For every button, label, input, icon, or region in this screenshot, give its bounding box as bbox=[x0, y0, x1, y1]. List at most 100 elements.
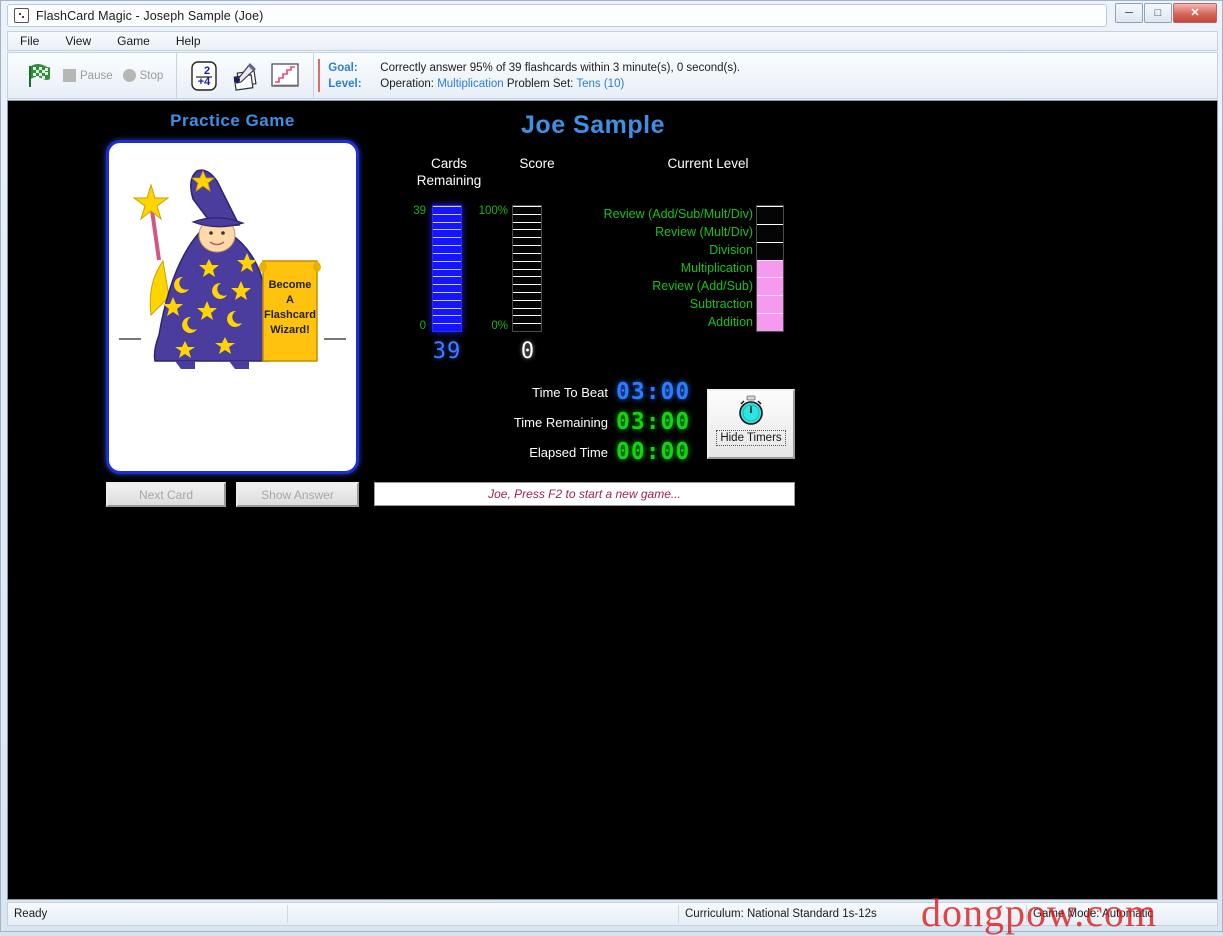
next-card-button[interactable]: Next Card bbox=[106, 482, 226, 507]
stop-circle-icon bbox=[122, 69, 136, 82]
meter-segment bbox=[513, 315, 541, 323]
current-level-heading: Current Level bbox=[667, 156, 749, 171]
title-bar-inner: FlashCard Magic - Joseph Sample (Joe) bbox=[7, 4, 1107, 27]
hide-timers-button[interactable]: Hide Timers bbox=[707, 389, 795, 459]
meter-segment bbox=[433, 229, 461, 237]
svg-text:Become: Become bbox=[269, 279, 312, 291]
cards-remaining-heading-line1: Cards bbox=[430, 156, 467, 171]
time-to-beat-value: 03:00 bbox=[616, 379, 691, 405]
meter-segment bbox=[757, 313, 783, 331]
stop-label: Stop bbox=[139, 69, 164, 82]
hide-timers-label: Hide Timers bbox=[716, 430, 786, 446]
score-meter bbox=[512, 205, 542, 332]
edit-cards-button[interactable] bbox=[223, 58, 265, 94]
problem-set-value[interactable]: Tens (10) bbox=[576, 78, 624, 90]
score-meter-max-label: 100% bbox=[478, 205, 508, 217]
level-row: Subtraction bbox=[689, 297, 753, 311]
goal-label: Goal: bbox=[328, 61, 358, 74]
cards-remaining-meter bbox=[432, 205, 462, 332]
svg-text:Wizard!: Wizard! bbox=[270, 324, 310, 336]
svg-text:A: A bbox=[286, 294, 294, 306]
meter-segment bbox=[757, 259, 783, 278]
checkered-flag-icon bbox=[29, 63, 50, 87]
goal-panel: Goal: Correctly answer 95% of 39 flashca… bbox=[314, 53, 1217, 98]
cards-remaining-value: 39 bbox=[432, 339, 462, 364]
meter-segment bbox=[513, 299, 541, 308]
cards-remaining-heading: Cards Remaining bbox=[394, 155, 504, 189]
meter-segment bbox=[513, 237, 541, 245]
stop-button[interactable]: Stop bbox=[118, 67, 169, 84]
toolbar-group-tools: 2 +4 bbox=[177, 53, 315, 98]
flashcard-app-icon bbox=[14, 8, 29, 23]
close-icon: ✕ bbox=[1190, 6, 1200, 19]
meter-segment bbox=[433, 307, 461, 316]
progress-report-button[interactable] bbox=[265, 60, 305, 92]
cards-meter-max-label: 39 bbox=[413, 205, 426, 217]
level-row: Review (Mult/Div) bbox=[655, 225, 753, 239]
meter-segment bbox=[513, 245, 541, 253]
meter-segment bbox=[433, 268, 461, 277]
level-row: Division bbox=[709, 243, 753, 257]
meter-segment bbox=[757, 241, 783, 260]
start-game-button[interactable] bbox=[18, 59, 58, 93]
meter-segment bbox=[513, 252, 541, 261]
next-card-label: Next Card bbox=[138, 487, 194, 502]
level-row: Review (Add/Sub/Mult/Div) bbox=[603, 207, 753, 221]
level-row: Multiplication bbox=[680, 261, 753, 275]
time-to-beat-label: Time To Beat bbox=[532, 385, 608, 400]
meter-segment bbox=[513, 268, 541, 277]
status-spacer bbox=[288, 905, 679, 923]
operation-value[interactable]: Multiplication bbox=[437, 78, 503, 90]
game-message-box: Joe, Press F2 to start a new game... bbox=[374, 482, 795, 506]
show-answer-label: Show Answer bbox=[261, 487, 334, 502]
meter-segment bbox=[513, 284, 541, 292]
meter-segment bbox=[433, 323, 461, 331]
menu-item-view[interactable]: View bbox=[63, 33, 101, 50]
pause-button[interactable]: Pause bbox=[58, 67, 118, 84]
svg-text:Flashcard: Flashcard bbox=[264, 309, 316, 321]
window-title: FlashCard Magic - Joseph Sample (Joe) bbox=[36, 8, 264, 23]
meter-segment bbox=[433, 252, 461, 261]
meter-segment bbox=[513, 307, 541, 316]
meter-segment bbox=[433, 221, 461, 230]
game-message-text: Joe, Press F2 to start a new game... bbox=[488, 487, 681, 501]
meter-segment bbox=[513, 206, 541, 214]
time-remaining-label: Time Remaining bbox=[513, 415, 608, 430]
meter-segment bbox=[513, 323, 541, 331]
cards-remaining-heading-line2: Remaining bbox=[416, 173, 482, 188]
elapsed-time-value: 00:00 bbox=[616, 439, 691, 465]
meter-segment bbox=[433, 245, 461, 253]
meter-segment bbox=[513, 260, 541, 269]
cards-meter-min-label: 0 bbox=[419, 320, 426, 332]
level-row: Review (Add/Sub) bbox=[652, 279, 753, 293]
menu-item-file[interactable]: File bbox=[18, 33, 49, 50]
elapsed-time-label: Elapsed Time bbox=[529, 445, 608, 460]
svg-text:+4: +4 bbox=[198, 76, 211, 88]
current-level-meter bbox=[756, 205, 784, 332]
menu-item-game[interactable]: Game bbox=[115, 33, 160, 50]
toolbar: Pause Stop 2 +4 Goal: Correctly answer 9… bbox=[7, 52, 1218, 99]
meter-segment bbox=[513, 291, 541, 300]
game-area: Practice Game Become A Flashcard Wizard!… bbox=[7, 100, 1218, 900]
current-level-list: Review (Add/Sub/Mult/Div) Review (Mult/D… bbox=[548, 205, 753, 331]
maximize-button[interactable]: □ bbox=[1144, 3, 1172, 23]
level-label: Level: bbox=[328, 77, 362, 90]
flashcard-setup-button[interactable]: 2 +4 bbox=[185, 58, 223, 94]
minimize-button[interactable]: ─ bbox=[1115, 3, 1143, 23]
meter-segment bbox=[433, 284, 461, 292]
status-game-mode: Game Mode: Automatic bbox=[1033, 908, 1154, 920]
addition-card-icon: 2 +4 bbox=[191, 60, 217, 91]
show-answer-button[interactable]: Show Answer bbox=[236, 482, 359, 507]
practice-game-title: Practice Game bbox=[170, 111, 295, 130]
meter-segment bbox=[433, 291, 461, 300]
meter-segment bbox=[433, 315, 461, 323]
wizard-illustration: Become A Flashcard Wizard! bbox=[132, 169, 321, 369]
maximize-icon: □ bbox=[1154, 6, 1162, 19]
flashcard-display[interactable]: Become A Flashcard Wizard! bbox=[106, 140, 359, 474]
close-button[interactable]: ✕ bbox=[1173, 3, 1217, 23]
goal-row: Goal: Correctly answer 95% of 39 flashca… bbox=[328, 62, 740, 74]
meter-segment bbox=[433, 237, 461, 245]
meter-segment bbox=[513, 276, 541, 284]
pause-label: Pause bbox=[80, 69, 113, 82]
menu-item-help[interactable]: Help bbox=[174, 33, 211, 50]
